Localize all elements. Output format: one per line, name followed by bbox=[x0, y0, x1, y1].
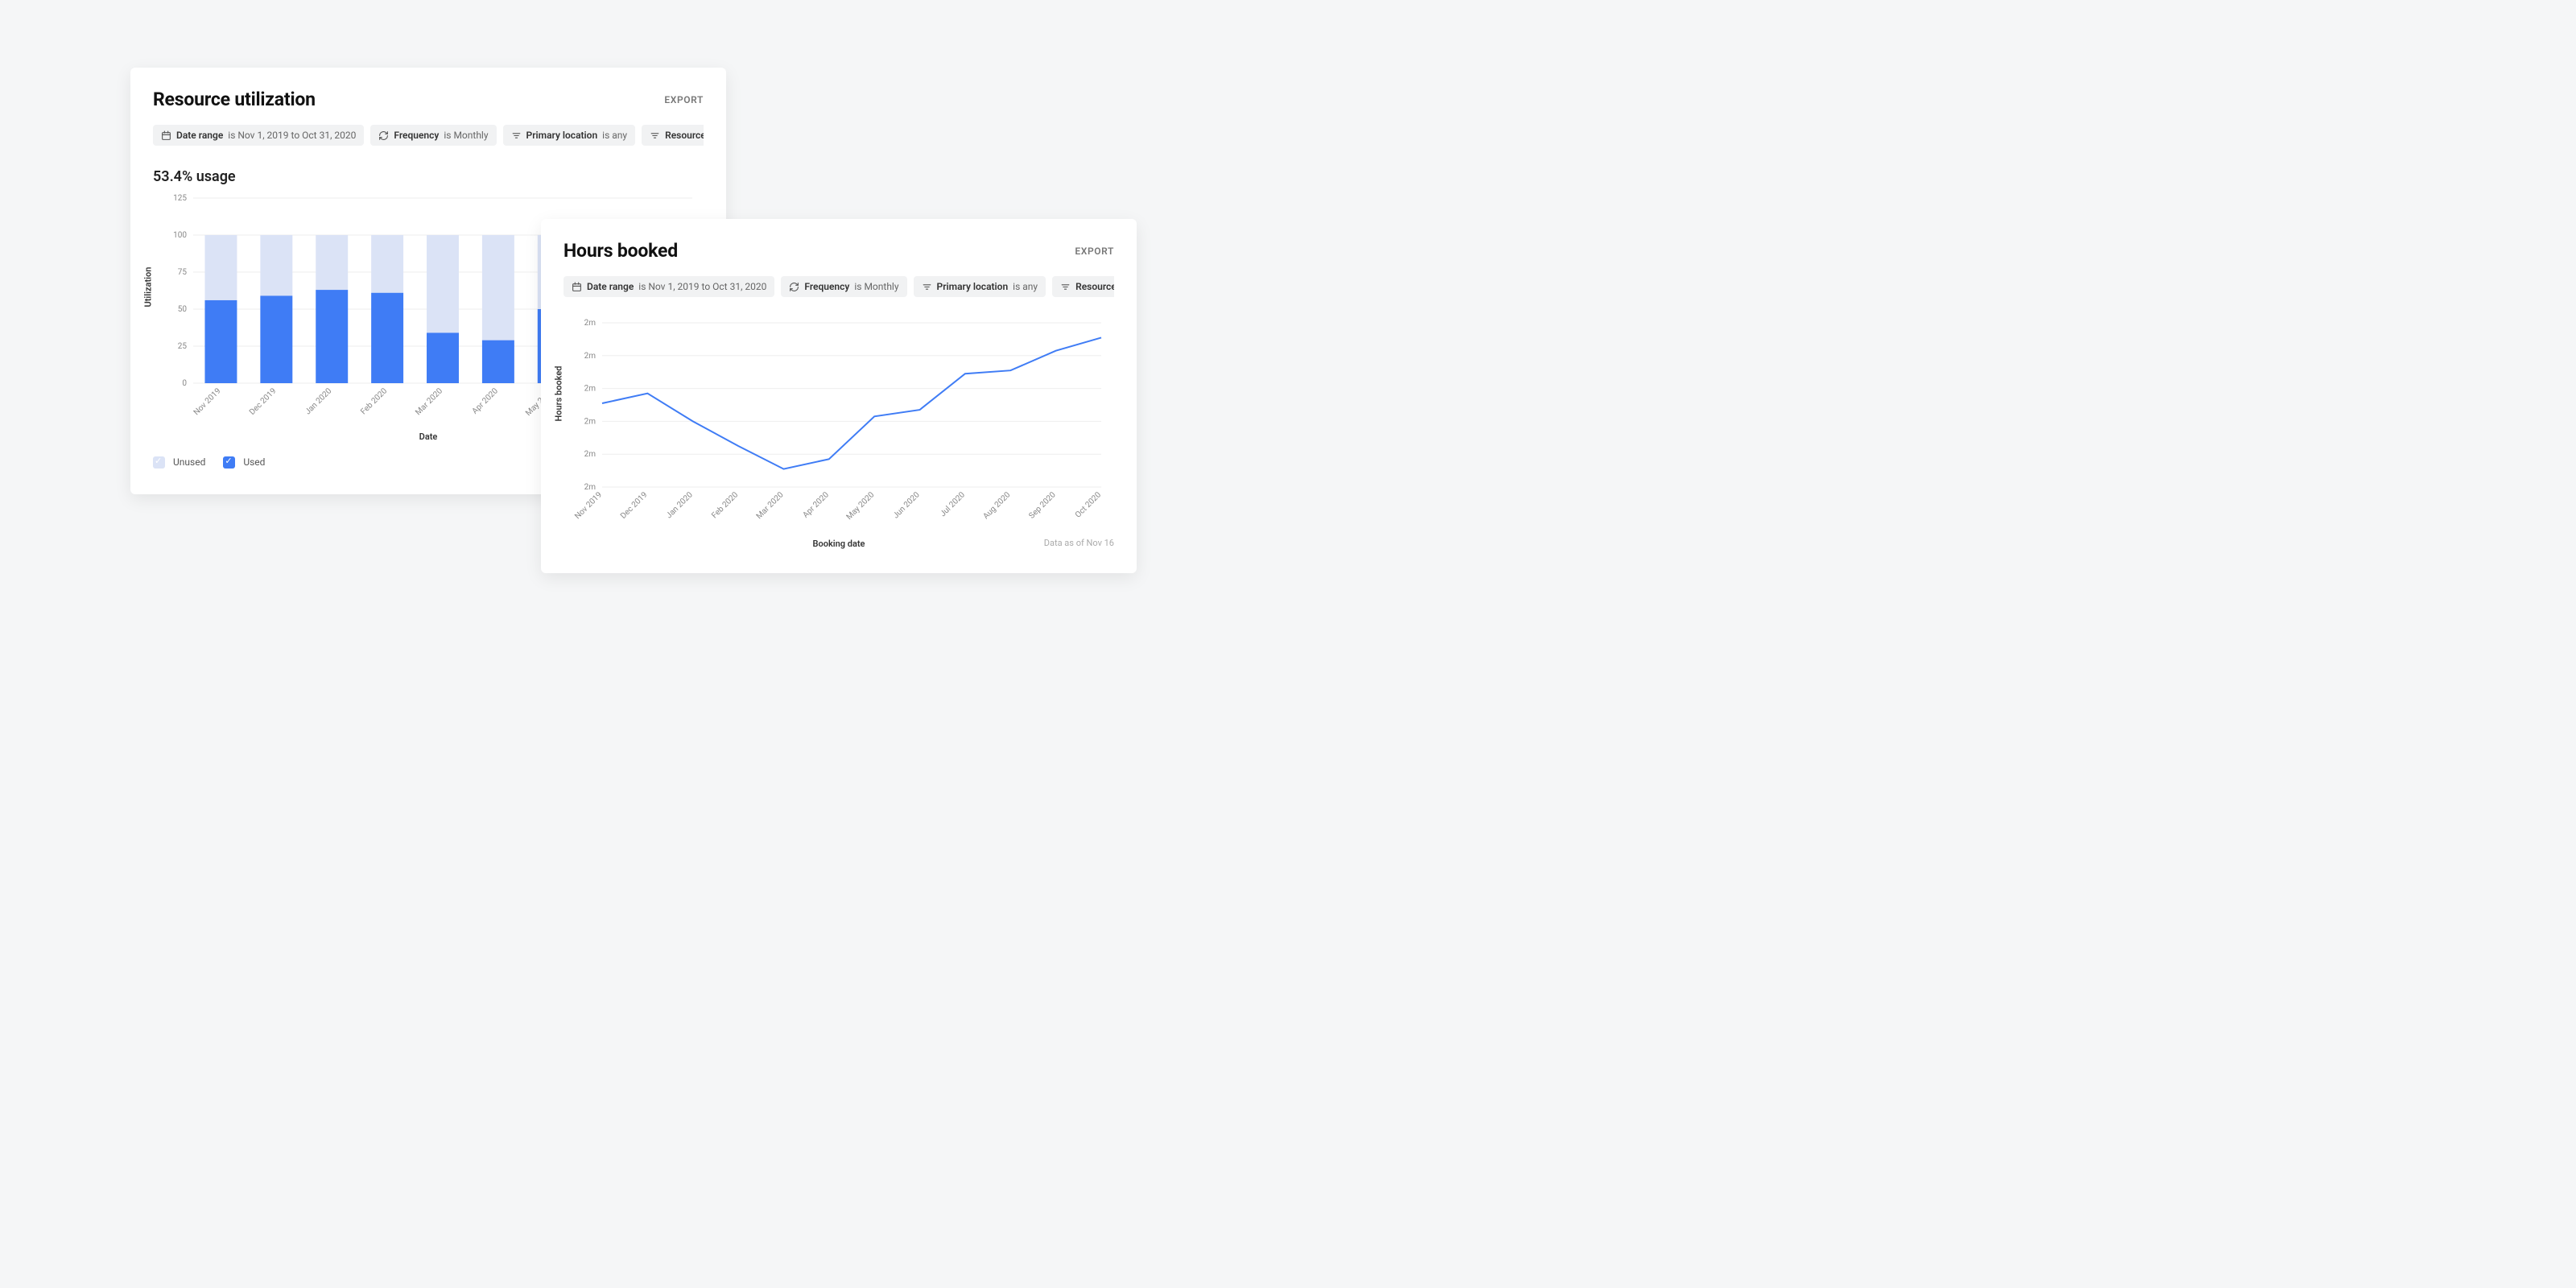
filter-label: Frequency bbox=[804, 281, 849, 292]
svg-text:Mar 2020: Mar 2020 bbox=[414, 386, 444, 417]
bar-used bbox=[316, 290, 348, 383]
hours-booked-card: Hours booked EXPORT Date range is Nov 1,… bbox=[541, 219, 1137, 573]
svg-text:25: 25 bbox=[178, 342, 188, 351]
svg-text:2m: 2m bbox=[584, 319, 597, 328]
bar-unused bbox=[316, 235, 348, 290]
y-axis-label: Hours booked bbox=[554, 365, 564, 421]
checkbox-icon bbox=[153, 456, 165, 469]
refresh-icon bbox=[378, 130, 389, 141]
svg-text:75: 75 bbox=[178, 268, 188, 277]
svg-text:Feb 2020: Feb 2020 bbox=[359, 386, 389, 416]
checkbox-icon bbox=[223, 456, 235, 469]
filter-value: is Nov 1, 2019 to Oct 31, 2020 bbox=[228, 130, 356, 141]
legend-label: Unused bbox=[173, 456, 205, 468]
bar-used bbox=[371, 293, 403, 383]
calendar-icon bbox=[572, 282, 582, 292]
bar-used bbox=[260, 295, 292, 383]
card-header: Hours booked EXPORT bbox=[564, 240, 1114, 262]
y-axis-label: Utilization bbox=[143, 266, 154, 307]
filter-chip-date-range[interactable]: Date range is Nov 1, 2019 to Oct 31, 202… bbox=[564, 276, 774, 297]
filter-label: Resource bbox=[1075, 281, 1114, 292]
filter-value: is any bbox=[1013, 281, 1038, 292]
svg-text:Feb 2020: Feb 2020 bbox=[710, 490, 740, 520]
svg-text:Dec 2019: Dec 2019 bbox=[619, 490, 650, 521]
filter-value: is Nov 1, 2019 to Oct 31, 2020 bbox=[638, 281, 766, 292]
filter-icon bbox=[922, 282, 932, 292]
filter-label: Primary location bbox=[526, 130, 598, 141]
svg-text:2m: 2m bbox=[584, 417, 597, 426]
filter-chip-primary-location[interactable]: Primary location is any bbox=[914, 276, 1046, 297]
svg-text:125: 125 bbox=[173, 194, 187, 203]
svg-text:Nov 2019: Nov 2019 bbox=[192, 386, 223, 417]
data-as-of-note: Data as of Nov 16 bbox=[931, 538, 1114, 548]
filter-label: Date range bbox=[587, 281, 634, 292]
svg-text:Jan 2020: Jan 2020 bbox=[665, 490, 695, 520]
card-header: Resource utilization EXPORT bbox=[153, 89, 704, 110]
card-title: Resource utilization bbox=[153, 89, 316, 110]
filter-label: Date range bbox=[176, 130, 223, 141]
svg-text:Sep 2020: Sep 2020 bbox=[1027, 490, 1058, 521]
export-button[interactable]: EXPORT bbox=[1075, 246, 1114, 257]
bar-used bbox=[427, 332, 459, 383]
svg-text:Jul 2020: Jul 2020 bbox=[939, 490, 967, 518]
svg-text:0: 0 bbox=[182, 379, 187, 388]
card-title: Hours booked bbox=[564, 240, 678, 262]
svg-text:Oct 2020: Oct 2020 bbox=[1074, 490, 1104, 520]
filter-icon bbox=[1060, 282, 1071, 292]
filter-chip-frequency[interactable]: Frequency is Monthly bbox=[781, 276, 906, 297]
filter-value: is any bbox=[602, 130, 627, 141]
x-axis-label: Booking date bbox=[747, 539, 931, 549]
svg-text:Apr 2020: Apr 2020 bbox=[471, 386, 501, 416]
svg-text:Jan 2020: Jan 2020 bbox=[303, 386, 333, 416]
svg-text:50: 50 bbox=[178, 305, 188, 314]
svg-text:Nov 2019: Nov 2019 bbox=[573, 490, 604, 521]
filter-chip-date-range[interactable]: Date range is Nov 1, 2019 to Oct 31, 202… bbox=[153, 125, 364, 146]
bar-used bbox=[482, 341, 514, 383]
filter-bar: Date range is Nov 1, 2019 to Oct 31, 202… bbox=[564, 276, 1114, 297]
svg-text:May 2020: May 2020 bbox=[845, 490, 877, 522]
svg-text:100: 100 bbox=[173, 231, 187, 240]
bar-unused bbox=[482, 235, 514, 341]
calendar-icon bbox=[161, 130, 171, 141]
filter-chip-frequency[interactable]: Frequency is Monthly bbox=[370, 125, 496, 146]
svg-text:Jun 2020: Jun 2020 bbox=[892, 490, 922, 520]
hours-chart: Hours booked 2m2m2m2m2m2mNov 2019Dec 201… bbox=[564, 312, 1114, 549]
filter-chip-primary-location[interactable]: Primary location is any bbox=[503, 125, 636, 146]
filter-label: Frequency bbox=[394, 130, 439, 141]
refresh-icon bbox=[789, 282, 799, 292]
filter-icon bbox=[650, 130, 660, 141]
bar-unused bbox=[371, 235, 403, 293]
filter-value: is Monthly bbox=[444, 130, 488, 141]
svg-text:Apr 2020: Apr 2020 bbox=[802, 490, 832, 520]
usage-subtitle: 53.4% usage bbox=[153, 168, 704, 185]
svg-text:2m: 2m bbox=[584, 450, 597, 459]
filter-bar: Date range is Nov 1, 2019 to Oct 31, 202… bbox=[153, 125, 704, 146]
svg-text:2m: 2m bbox=[584, 483, 597, 492]
svg-text:Dec 2019: Dec 2019 bbox=[248, 386, 279, 417]
svg-text:2m: 2m bbox=[584, 385, 597, 394]
filter-label: Resource bbox=[665, 130, 704, 141]
bar-unused bbox=[260, 235, 292, 295]
line-chart-svg: 2m2m2m2m2m2mNov 2019Dec 2019Jan 2020Feb … bbox=[564, 312, 1111, 529]
line-series bbox=[602, 337, 1101, 469]
export-button[interactable]: EXPORT bbox=[664, 94, 704, 105]
bar-unused bbox=[204, 235, 237, 300]
filter-icon bbox=[511, 130, 522, 141]
legend-label: Used bbox=[243, 456, 265, 468]
filter-chip-resource[interactable]: Resource is any bbox=[642, 125, 704, 146]
filter-value: is Monthly bbox=[854, 281, 898, 292]
svg-text:Mar 2020: Mar 2020 bbox=[755, 490, 786, 521]
filter-chip-resource[interactable]: Resource is any bbox=[1052, 276, 1114, 297]
legend-item-used[interactable]: Used bbox=[223, 456, 265, 469]
svg-text:2m: 2m bbox=[584, 352, 597, 361]
legend-item-unused[interactable]: Unused bbox=[153, 456, 205, 469]
filter-label: Primary location bbox=[937, 281, 1009, 292]
bar-unused bbox=[427, 235, 459, 332]
svg-text:Aug 2020: Aug 2020 bbox=[982, 490, 1013, 521]
bar-used bbox=[204, 300, 237, 383]
